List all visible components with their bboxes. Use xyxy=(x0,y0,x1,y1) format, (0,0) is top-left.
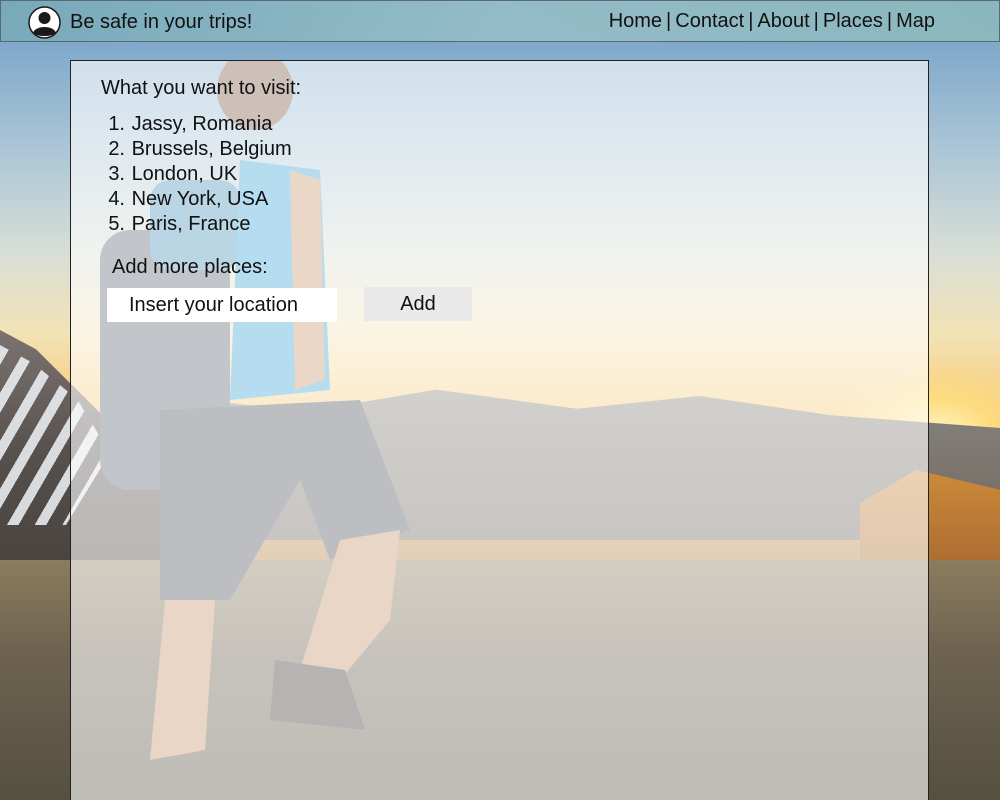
add-places-label: Add more places: xyxy=(112,256,268,278)
list-item: 1. Jassy, Romania xyxy=(101,112,292,137)
header-bar: Be safe in your trips! Home | Contact | Abou… xyxy=(0,0,1000,42)
nav-separator: | xyxy=(886,10,893,32)
list-item-number: 1. xyxy=(108,113,125,135)
list-item-place: New York, USA xyxy=(131,188,269,210)
list-item-place: Jassy, Romania xyxy=(131,113,273,135)
nav-separator: | xyxy=(748,10,754,32)
nav-map[interactable]: Map xyxy=(896,10,935,32)
places-list: 1. Jassy, Romania 2. Brussels, Belgium 3… xyxy=(101,112,292,237)
list-item-place: Paris, France xyxy=(131,213,251,235)
nav-places[interactable]: Places xyxy=(823,10,883,32)
nav-home[interactable]: Home xyxy=(609,10,662,32)
list-item-number: 3. xyxy=(108,163,125,185)
places-panel: What you want to visit: 1. Jassy, Romani… xyxy=(70,60,929,800)
add-button[interactable]: Add xyxy=(364,287,472,321)
list-item: 2. Brussels, Belgium xyxy=(101,137,292,162)
list-item-number: 4. xyxy=(108,188,125,210)
nav-contact[interactable]: Contact xyxy=(675,10,744,32)
list-item: 3. London, UK xyxy=(101,162,292,187)
list-item-number: 5. xyxy=(108,213,125,235)
visit-heading: What you want to visit: xyxy=(101,77,302,99)
list-item-place: Brussels, Belgium xyxy=(131,138,292,160)
list-item: 4. New York, USA xyxy=(101,187,292,212)
list-item: 5. Paris, France xyxy=(101,212,292,237)
list-item-number: 2. xyxy=(108,138,125,160)
nav-separator: | xyxy=(813,10,819,32)
nav-about[interactable]: About xyxy=(757,10,809,32)
list-item-place: London, UK xyxy=(131,163,238,185)
main-nav: Home | Contact | About | Places | Map xyxy=(609,10,935,33)
traveler-silhouette-icon[interactable] xyxy=(28,6,61,39)
location-input[interactable] xyxy=(107,288,337,322)
nav-separator: | xyxy=(666,10,672,32)
site-title: Be safe in your trips! xyxy=(70,11,253,33)
